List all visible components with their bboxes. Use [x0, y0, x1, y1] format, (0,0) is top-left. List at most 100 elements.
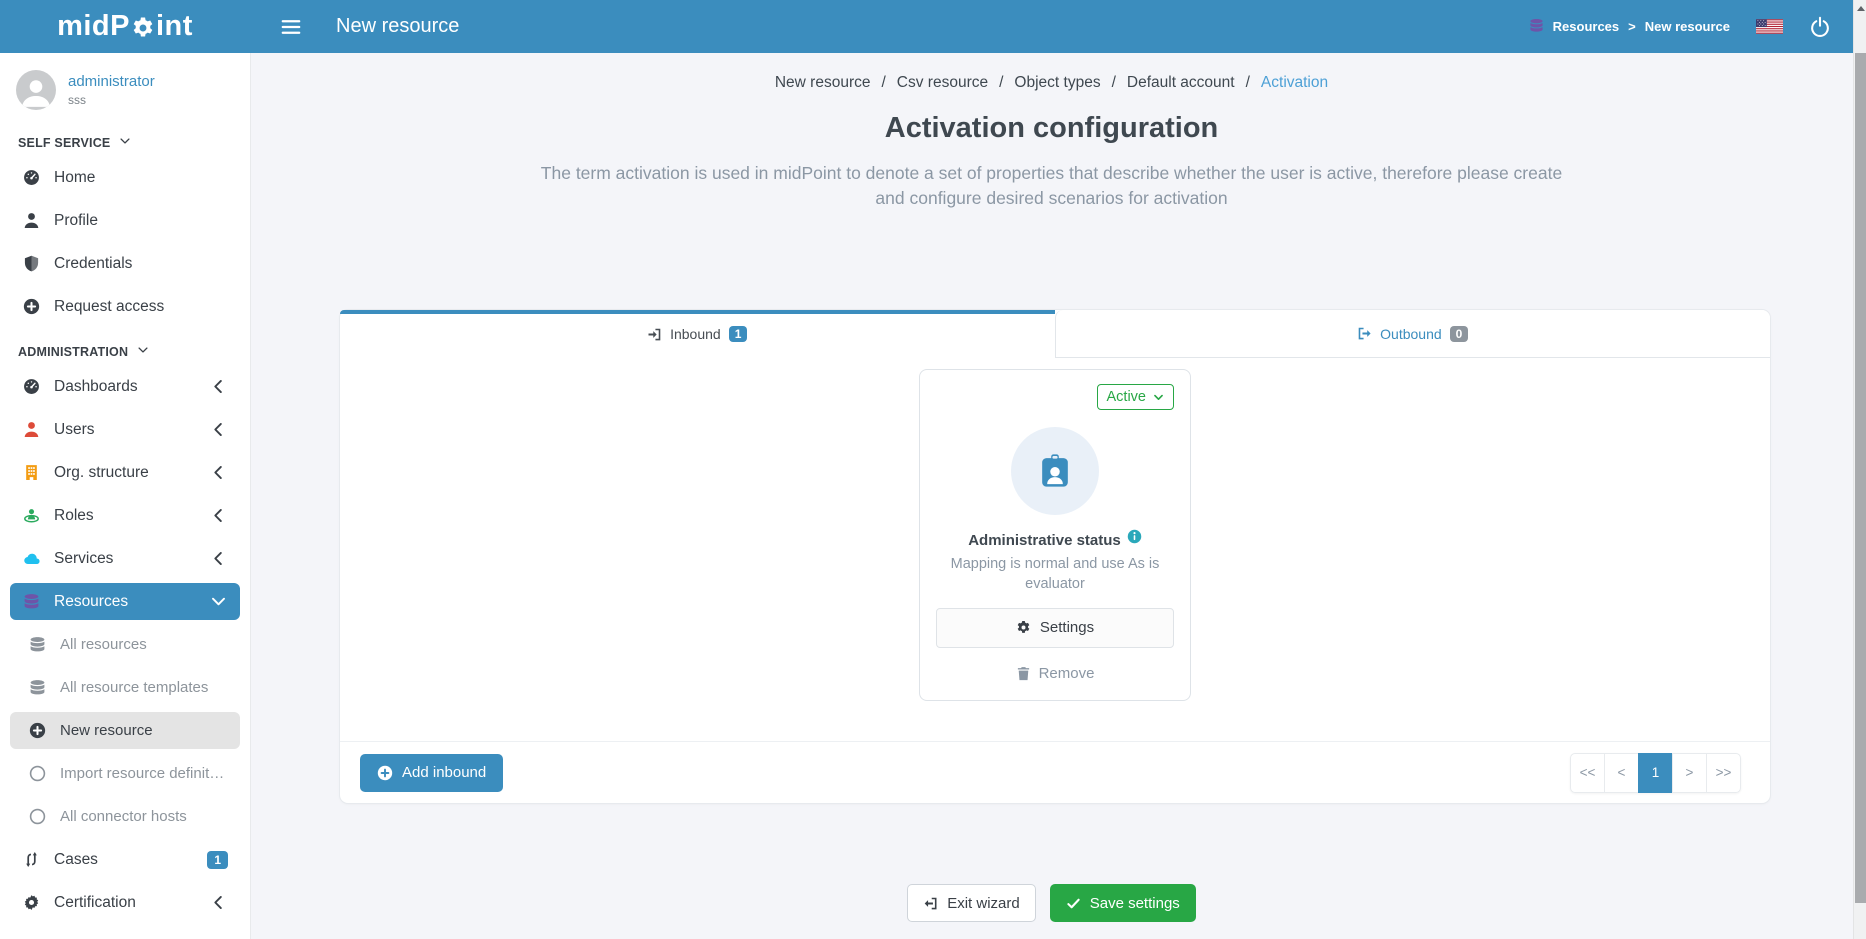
sidebar-item-services[interactable]: Services — [10, 540, 240, 577]
midpoint-logo[interactable]: midP int — [0, 10, 250, 43]
roles-icon — [22, 507, 41, 524]
gear-icon — [1016, 620, 1031, 635]
sidebar-item-resources[interactable]: Resources — [10, 583, 240, 620]
remove-button-label: Remove — [1039, 665, 1095, 682]
dashboard-icon — [22, 378, 41, 395]
plus-circle-icon — [377, 765, 393, 781]
pagination: <<<1>>> — [1570, 753, 1741, 793]
wizard-step-object-types[interactable]: Object types — [1014, 74, 1100, 92]
page-title: Activation configuration — [250, 112, 1853, 145]
sidebar-item-label: Import resource definit… — [60, 765, 224, 782]
sidebar-item-dashboards[interactable]: Dashboards — [10, 368, 240, 405]
topbar-breadcrumb: Resources>New resource — [1529, 18, 1730, 36]
sidebar-item-label: Resources — [54, 593, 128, 611]
sidebar-item-users[interactable]: Users — [10, 411, 240, 448]
logo-text-pre: midP — [57, 10, 130, 43]
topbar: midP int New resource Resources>New reso… — [0, 0, 1853, 53]
pagination-first-button[interactable]: << — [1570, 753, 1605, 793]
sidebar-item-home[interactable]: Home — [10, 159, 240, 196]
topbar-breadcrumb-resources[interactable]: Resources — [1553, 19, 1619, 34]
cloud-icon — [22, 550, 41, 567]
card-title-row: Administrative status — [968, 532, 1142, 549]
sidebar-item-import-resource-definit[interactable]: Import resource definit… — [10, 755, 240, 792]
sidebar-section-self-service[interactable]: SELF SERVICE — [10, 122, 240, 159]
save-settings-button[interactable]: Save settings — [1050, 884, 1196, 922]
topbar-breadcrumb-new-resource[interactable]: New resource — [1645, 19, 1730, 34]
pagination-next-button[interactable]: > — [1672, 753, 1707, 793]
sidebar-item-cases[interactable]: Cases 1 — [10, 841, 240, 878]
chevron-left-icon — [209, 421, 228, 438]
tab-label: Outbound — [1380, 326, 1442, 342]
tab-label: Inbound — [670, 326, 721, 342]
wizard-breadcrumb: New resource / Csv resource / Object types / D… — [250, 53, 1853, 92]
activation-panel: Inbound1Outbound0 Active Administrative … — [340, 310, 1770, 803]
sidebar-item-request-access[interactable]: Request access — [10, 288, 240, 325]
pagination-page-button[interactable]: 1 — [1638, 753, 1673, 793]
info-icon[interactable] — [1127, 529, 1142, 544]
wizard-step-new-resource[interactable]: New resource — [775, 74, 871, 92]
dashboard-icon — [22, 169, 41, 186]
id-badge-icon — [1011, 427, 1099, 515]
pagination-previous-button[interactable]: < — [1604, 753, 1639, 793]
sidebar-item-label: Credentials — [54, 255, 132, 273]
wizard-step-csv-resource[interactable]: Csv resource — [897, 74, 988, 92]
card-description: Mapping is normal and use As is evaluato… — [943, 554, 1168, 595]
page-scrollbar[interactable] — [1853, 0, 1866, 939]
sidebar-item-label: Home — [54, 169, 95, 187]
scrollbar-up-arrow-icon[interactable] — [1857, 6, 1865, 11]
plus-circle-icon — [22, 298, 41, 315]
add-inbound-button[interactable]: Add inbound — [360, 754, 503, 792]
chevron-left-icon — [209, 550, 228, 567]
inbound-tab-panel: Active Administrative status — [340, 358, 1770, 741]
sidebar-item-new-resource[interactable]: New resource — [10, 712, 240, 749]
section-label: SELF SERVICE — [18, 136, 110, 150]
sidebar-item-label: All resource templates — [60, 679, 208, 696]
wizard-step-default-account[interactable]: Default account — [1127, 74, 1235, 92]
avatar — [16, 70, 56, 110]
mapping-card: Active Administrative status — [919, 369, 1191, 701]
breadcrumb-separator: / — [881, 74, 885, 92]
logo-text-post: int — [156, 10, 193, 43]
sidebar-item-label: Cases — [54, 851, 98, 869]
wizard-step-activation: Activation — [1261, 74, 1328, 92]
card-title: Administrative status — [968, 532, 1121, 549]
user-panel[interactable]: administrator sss — [0, 53, 250, 120]
section-label: ADMINISTRATION — [18, 345, 128, 359]
sidebar-item-profile[interactable]: Profile — [10, 202, 240, 239]
logout-power-icon[interactable] — [1809, 16, 1831, 38]
trash-icon — [1016, 666, 1031, 681]
chevron-down-icon — [1153, 392, 1164, 403]
sidebar-item-label: Roles — [54, 507, 94, 525]
user-icon — [22, 421, 41, 438]
sidebar-item-certification[interactable]: Certification — [10, 884, 240, 921]
tab-outbound[interactable]: Outbound 0 — [1055, 310, 1771, 358]
sidebar-item-all-resource-templates[interactable]: All resource templates — [10, 669, 240, 706]
sidebar: administrator sss SELF SERVICE Home Profil… — [0, 53, 250, 939]
sidebar-menu: SELF SERVICE Home Profile Credentials Reques… — [0, 120, 250, 921]
tab-count-badge: 0 — [1450, 326, 1469, 342]
sidebar-item-roles[interactable]: Roles — [10, 497, 240, 534]
sign-out-icon — [1357, 326, 1372, 341]
sidebar-item-org-structure[interactable]: Org. structure — [10, 454, 240, 491]
user-icon — [22, 212, 41, 229]
menu-toggle-icon[interactable] — [280, 16, 302, 38]
sidebar-item-all-connector-hosts[interactable]: All connector hosts — [10, 798, 240, 835]
sidebar-item-all-resources[interactable]: All resources — [10, 626, 240, 663]
pagination-last-button[interactable]: >> — [1706, 753, 1741, 793]
tab-inbound[interactable]: Inbound1 — [340, 310, 1055, 358]
remove-button[interactable]: Remove — [1016, 665, 1095, 682]
sidebar-item-credentials[interactable]: Credentials — [10, 245, 240, 282]
chevron-down-icon — [119, 135, 131, 150]
language-flag-icon[interactable] — [1756, 19, 1783, 34]
scrollbar-thumb[interactable] — [1855, 53, 1866, 903]
sidebar-section-administration[interactable]: ADMINISTRATION — [10, 331, 240, 368]
wizard-actions: Exit wizard Save settings — [250, 884, 1853, 922]
breadcrumb-separator: / — [1246, 74, 1250, 92]
breadcrumb-separator: / — [1112, 74, 1116, 92]
settings-button[interactable]: Settings — [936, 608, 1174, 648]
exit-wizard-button[interactable]: Exit wizard — [907, 884, 1036, 922]
lifecycle-state-select[interactable]: Active — [1097, 384, 1175, 410]
count-badge: 1 — [207, 851, 228, 869]
sign-in-icon — [647, 327, 662, 342]
page-subtitle: The term activation is used in midPoint … — [532, 161, 1572, 212]
